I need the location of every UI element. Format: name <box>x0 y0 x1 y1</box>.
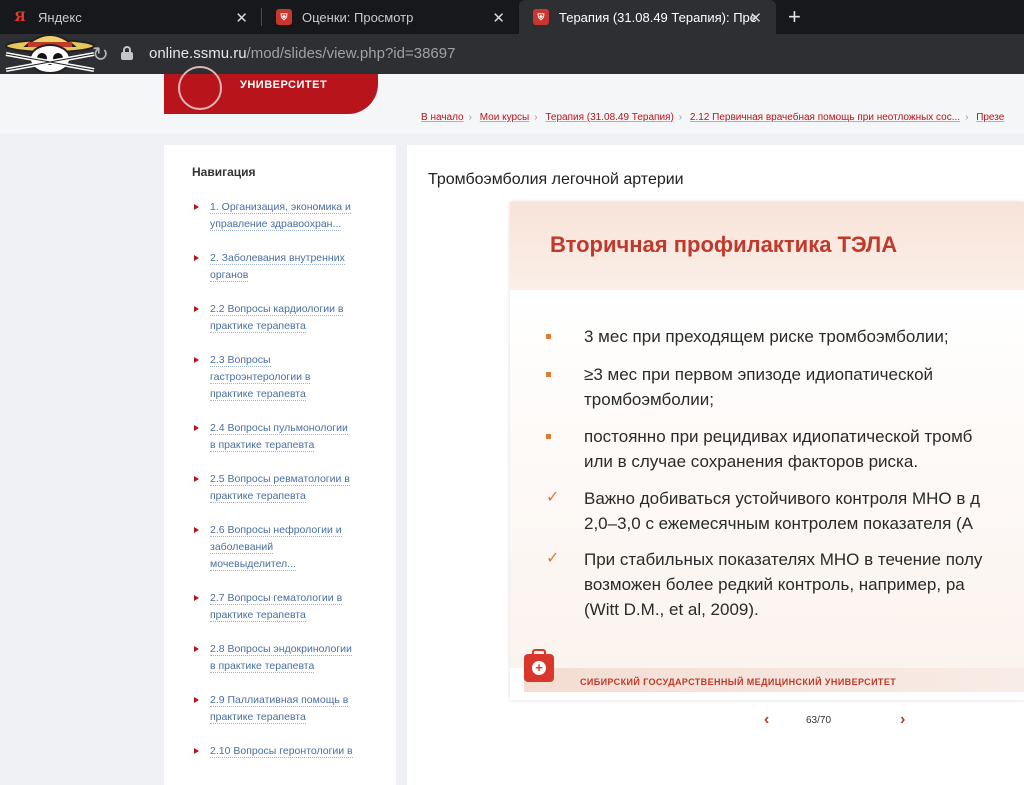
tab-title: Терапия (31.08.49 Терапия): Пре <box>559 9 757 25</box>
next-slide-icon[interactable]: › <box>900 711 905 729</box>
slide-pager: ‹ 63/70 › <box>510 705 1024 735</box>
nav-item[interactable]: 2.4 Вопросы пульмонологии в практике тера… <box>192 420 392 454</box>
navigation-list: 1. Организация, экономика и управление зд… <box>192 199 392 777</box>
slide-body: 3 мес при преходящем риске тромбоэмболии… <box>510 290 1024 668</box>
slide-footer: + Сибирский государственный медицинский … <box>510 649 1024 700</box>
nav-item[interactable]: 2.6 Вопросы нефрологии и заболеваний мочев… <box>192 522 392 573</box>
nav-item[interactable]: 2.8 Вопросы эндокринологии в практике тер… <box>192 641 392 675</box>
breadcrumb-separator: › <box>534 112 538 123</box>
page-header <box>0 74 1024 134</box>
breadcrumb-my-courses[interactable]: Мои курсы <box>480 112 530 123</box>
square-bullet-icon <box>546 434 551 439</box>
tab-title: Яндекс <box>38 9 82 25</box>
slide-bullet: ✓ Важно добиваться устойчивого контроля … <box>546 486 1024 536</box>
nav-item[interactable]: 1. Организация, экономика и управление зд… <box>192 199 392 233</box>
browser-tabbar: Я Яндекс ✕ ⛨ Оценки: Просмотр ✕ ⛨ Терапи… <box>0 0 1024 34</box>
breadcrumb-separator: › <box>468 112 472 123</box>
slide-bullet: ≥3 мес при первом эпизоде идиопатической… <box>546 362 1024 412</box>
navigation-title: Навигация <box>192 165 256 179</box>
ssmu-shield-icon: ⛨ <box>276 9 292 25</box>
nav-item[interactable]: 2.5 Вопросы ревматологии в практике терап… <box>192 471 392 505</box>
main-content: Тромбоэмболия легочной артерии Вторичная… <box>407 145 1024 785</box>
close-tab-icon[interactable]: ✕ <box>749 9 762 27</box>
slide-bullet: постоянно при рецидивах идиопатической т… <box>546 424 1024 474</box>
previous-slide-icon[interactable]: ‹ <box>764 711 769 729</box>
navigation-block: Навигация 1. Организация, экономика и упр… <box>164 145 396 785</box>
slide-bullet: ✓ При стабильных показателях МНО в течен… <box>546 547 1024 622</box>
slide-counter: 63/70 <box>806 715 832 726</box>
browser-tab-grades[interactable]: ⛨ Оценки: Просмотр ✕ <box>262 0 519 34</box>
nav-item[interactable]: 2.3 Вопросы гастроэнтерологии в практике т… <box>192 352 392 403</box>
slide-bullet: 3 мес при преходящем риске тромбоэмболии… <box>546 324 1024 349</box>
page-title: Тромбоэмболия легочной артерии <box>428 171 684 188</box>
breadcrumb-presentation[interactable]: Презе <box>976 112 1004 123</box>
pirate-skull-icon <box>5 34 95 74</box>
address-bar: ↻ online.ssmu.ru/mod/slides/view.php?id=… <box>0 34 1024 74</box>
browser-tab-therapy[interactable]: ⛨ Терапия (31.08.49 Терапия): Пре ✕ <box>519 0 776 34</box>
browser-tab-yandex[interactable]: Я Яндекс ✕ <box>0 0 262 34</box>
presentation-slide: Вторичная профилактика ТЭЛА 3 мес при пр… <box>510 202 1024 700</box>
breadcrumb-section[interactable]: 2.12 Первичная врачебная помощь при неот… <box>690 112 960 123</box>
breadcrumb-separator: › <box>678 112 683 123</box>
close-tab-icon[interactable]: ✕ <box>492 9 505 27</box>
nav-item[interactable]: 2.9 Паллиативная помощь в практике терапе… <box>192 692 392 726</box>
slide-footer-text: Сибирский государственный медицинский ун… <box>580 677 897 687</box>
first-aid-kit-icon: + <box>524 649 554 682</box>
lock-icon[interactable] <box>121 46 133 60</box>
url-host: online.ssmu.ru <box>149 45 247 62</box>
nav-item[interactable]: 2.10 Вопросы геронтологии в <box>192 743 392 760</box>
nav-item[interactable]: 2.7 Вопросы гематологии в практике терапе… <box>192 590 392 624</box>
new-tab-button[interactable]: + <box>788 4 801 30</box>
close-tab-icon[interactable]: ✕ <box>235 9 248 27</box>
ssmu-shield-icon: ⛨ <box>533 9 549 25</box>
square-bullet-icon <box>546 334 551 339</box>
url-field[interactable]: online.ssmu.ru/mod/slides/view.php?id=38… <box>149 45 455 62</box>
square-bullet-icon <box>546 372 551 377</box>
tab-title: Оценки: Просмотр <box>302 9 414 25</box>
site-logo[interactable]: УНИВЕРСИТЕТ <box>164 66 378 114</box>
url-path: /mod/slides/view.php?id=38697 <box>246 45 456 62</box>
slide-title: Вторичная профилактика ТЭЛА <box>550 232 898 257</box>
university-seal-icon <box>178 66 222 110</box>
checkmark-icon: ✓ <box>546 489 560 506</box>
yandex-icon: Я <box>14 9 26 25</box>
breadcrumb-course[interactable]: Терапия (31.08.49 Терапия) <box>545 112 673 123</box>
breadcrumb-separator: › <box>965 112 969 123</box>
page: УНИВЕРСИТЕТ В начало › Мои курсы › Терапия… <box>0 66 1024 785</box>
nav-item[interactable]: 2.2 Вопросы кардиологии в практике терапе… <box>192 301 392 335</box>
slide-header: Вторичная профилактика ТЭЛА <box>510 202 1024 290</box>
logo-text: УНИВЕРСИТЕТ <box>240 79 328 91</box>
breadcrumb: В начало › Мои курсы › Терапия (31.08.49 Т… <box>421 112 1024 123</box>
checkmark-icon: ✓ <box>546 550 560 567</box>
nav-item[interactable]: 2. Заболевания внутренних органов <box>192 250 392 284</box>
breadcrumb-home[interactable]: В начало <box>421 112 464 123</box>
